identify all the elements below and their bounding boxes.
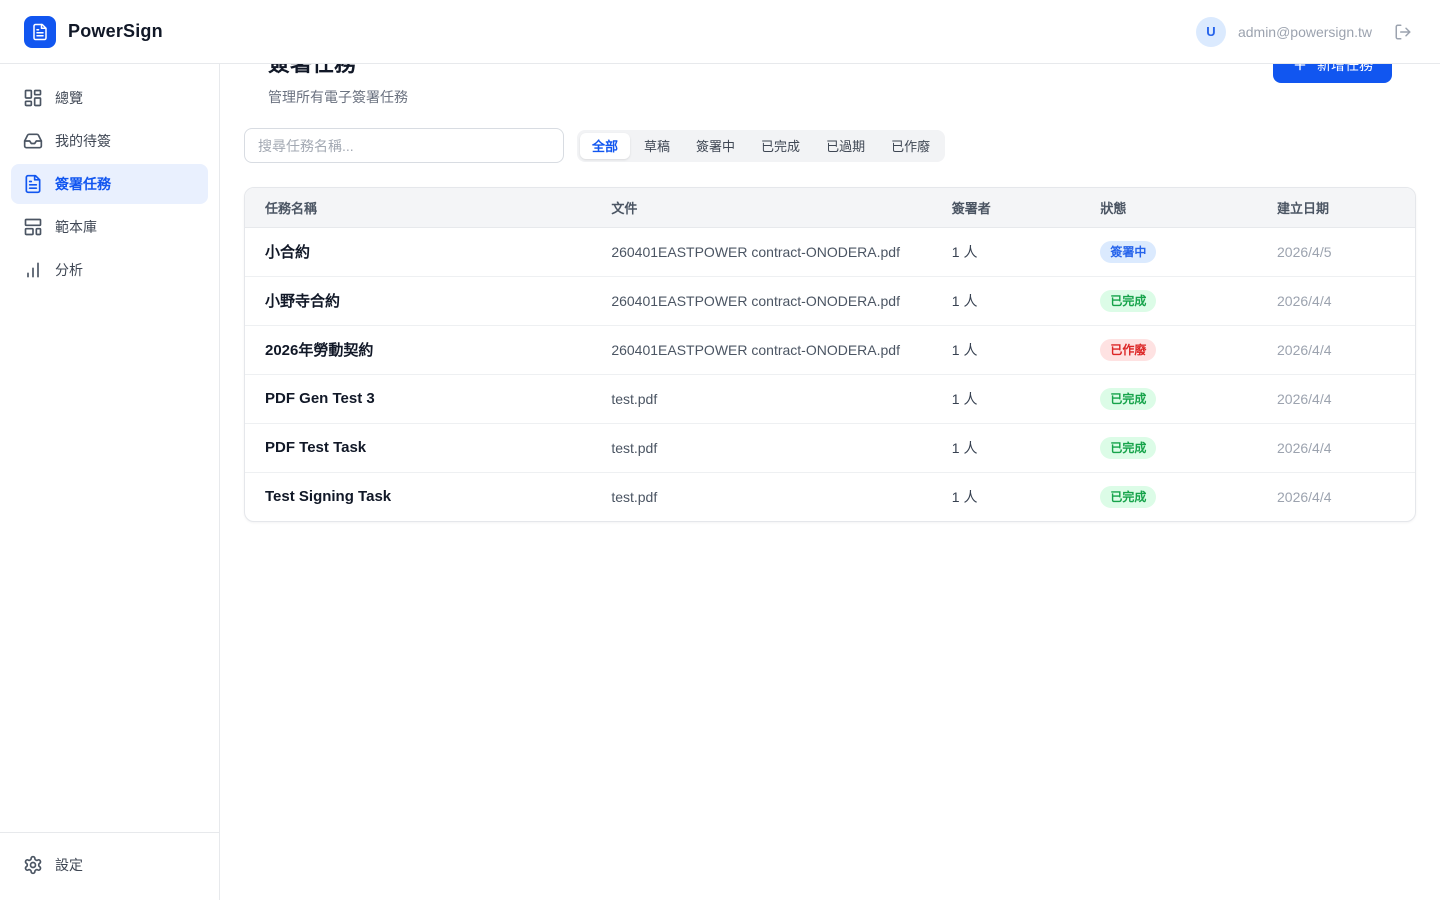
filter-tab-expired[interactable]: 已過期 bbox=[814, 133, 877, 159]
sidebar-item-label: 我的待簽 bbox=[55, 131, 111, 151]
task-document: 260401EASTPOWER contract-ONODERA.pdf bbox=[591, 227, 931, 276]
task-name: 小野寺合約 bbox=[265, 293, 340, 310]
sidebar-nav: 總覽我的待簽簽署任務範本庫分析 bbox=[0, 64, 219, 307]
table-row[interactable]: 小野寺合約 260401EASTPOWER contract-ONODERA.pd… bbox=[245, 276, 1415, 325]
task-document: 260401EASTPOWER contract-ONODERA.pdf bbox=[591, 325, 931, 374]
task-name: PDF Test Task bbox=[265, 439, 366, 456]
sidebar-item-label: 範本庫 bbox=[55, 217, 97, 237]
table-row[interactable]: PDF Test Task test.pdf1 人已完成 2026/4/4 bbox=[245, 423, 1415, 472]
sidebar: 總覽我的待簽簽署任務範本庫分析 設定 bbox=[0, 64, 220, 900]
status-badge: 已作廢 bbox=[1100, 339, 1156, 361]
document-icon bbox=[31, 23, 49, 41]
task-document: test.pdf bbox=[591, 423, 931, 472]
filter-tab-all[interactable]: 全部 bbox=[580, 133, 630, 159]
task-signers: 1 人 bbox=[932, 276, 1081, 325]
task-signers: 1 人 bbox=[932, 423, 1081, 472]
sidebar-item-label: 簽署任務 bbox=[55, 174, 111, 194]
table-row[interactable]: PDF Gen Test 3 test.pdf1 人已完成 2026/4/4 bbox=[245, 374, 1415, 423]
table-row[interactable]: Test Signing Task test.pdf1 人已完成 2026/4/4 bbox=[245, 472, 1415, 521]
filter-tab-draft[interactable]: 草稿 bbox=[632, 133, 682, 159]
inbox-icon bbox=[23, 131, 43, 151]
column-header: 建立日期 bbox=[1257, 188, 1415, 227]
main-content: 簽署任務 管理所有電子簽署任務 新增任務 全部草稿簽署中已完成已過期已作廢 任務… bbox=[220, 0, 1440, 522]
app-logo bbox=[24, 16, 56, 48]
toolbar: 全部草稿簽署中已完成已過期已作廢 bbox=[244, 128, 1416, 163]
task-document: test.pdf bbox=[591, 374, 931, 423]
task-signers: 1 人 bbox=[932, 227, 1081, 276]
sidebar-item-label: 分析 bbox=[55, 260, 83, 280]
app-header: PowerSign U admin@powersign.tw bbox=[0, 0, 1440, 64]
column-header: 文件 bbox=[591, 188, 931, 227]
filter-tab-signing[interactable]: 簽署中 bbox=[684, 133, 747, 159]
task-name: Test Signing Task bbox=[265, 488, 391, 505]
template-icon bbox=[23, 217, 43, 237]
analytics-icon bbox=[23, 260, 43, 280]
logout-button[interactable] bbox=[1390, 19, 1416, 45]
task-name: 2026年勞動契約 bbox=[265, 342, 373, 359]
task-date: 2026/4/4 bbox=[1257, 472, 1415, 521]
sidebar-item-label: 設定 bbox=[55, 855, 83, 875]
column-header: 任務名稱 bbox=[245, 188, 591, 227]
avatar: U bbox=[1196, 17, 1226, 47]
task-name: PDF Gen Test 3 bbox=[265, 390, 375, 407]
app-name: PowerSign bbox=[68, 21, 163, 42]
column-header: 狀態 bbox=[1080, 188, 1257, 227]
user-area: U admin@powersign.tw bbox=[1196, 17, 1416, 47]
column-header: 簽署者 bbox=[932, 188, 1081, 227]
document-icon bbox=[23, 174, 43, 194]
task-date: 2026/4/5 bbox=[1257, 227, 1415, 276]
task-signers: 1 人 bbox=[932, 472, 1081, 521]
task-name: 小合約 bbox=[265, 244, 310, 261]
status-badge: 簽署中 bbox=[1100, 241, 1156, 263]
page-subtitle: 管理所有電子簽署任務 bbox=[268, 87, 408, 107]
sidebar-item-overview[interactable]: 總覽 bbox=[11, 78, 208, 118]
tasks-table: 任務名稱文件簽署者狀態建立日期 小合約 260401EASTPOWER contr… bbox=[245, 188, 1415, 521]
task-date: 2026/4/4 bbox=[1257, 325, 1415, 374]
filter-tab-completed[interactable]: 已完成 bbox=[749, 133, 812, 159]
status-badge: 已完成 bbox=[1100, 388, 1156, 410]
dashboard-icon bbox=[23, 88, 43, 108]
task-signers: 1 人 bbox=[932, 325, 1081, 374]
sidebar-item-templates[interactable]: 範本庫 bbox=[11, 207, 208, 247]
sidebar-footer: 設定 bbox=[0, 832, 219, 900]
task-document: test.pdf bbox=[591, 472, 931, 521]
table-header-row: 任務名稱文件簽署者狀態建立日期 bbox=[245, 188, 1415, 227]
task-date: 2026/4/4 bbox=[1257, 276, 1415, 325]
gear-icon bbox=[23, 855, 43, 875]
task-document: 260401EASTPOWER contract-ONODERA.pdf bbox=[591, 276, 931, 325]
status-badge: 已完成 bbox=[1100, 290, 1156, 312]
status-badge: 已完成 bbox=[1100, 437, 1156, 459]
sidebar-item-my-pending[interactable]: 我的待簽 bbox=[11, 121, 208, 161]
filter-tabs: 全部草稿簽署中已完成已過期已作廢 bbox=[577, 130, 945, 162]
search-input[interactable] bbox=[244, 128, 564, 163]
status-badge: 已完成 bbox=[1100, 486, 1156, 508]
sidebar-item-signing-tasks[interactable]: 簽署任務 bbox=[11, 164, 208, 204]
filter-tab-voided[interactable]: 已作廢 bbox=[879, 133, 942, 159]
table-row[interactable]: 2026年勞動契約 260401EASTPOWER contract-ONODER… bbox=[245, 325, 1415, 374]
sidebar-item-analytics[interactable]: 分析 bbox=[11, 250, 208, 290]
task-signers: 1 人 bbox=[932, 374, 1081, 423]
sidebar-item-settings[interactable]: 設定 bbox=[11, 845, 208, 885]
task-date: 2026/4/4 bbox=[1257, 423, 1415, 472]
logout-icon bbox=[1394, 23, 1412, 41]
user-email: admin@powersign.tw bbox=[1238, 24, 1372, 40]
tasks-table-card: 任務名稱文件簽署者狀態建立日期 小合約 260401EASTPOWER contr… bbox=[244, 187, 1416, 522]
brand: PowerSign bbox=[24, 16, 163, 48]
task-date: 2026/4/4 bbox=[1257, 374, 1415, 423]
sidebar-item-label: 總覽 bbox=[55, 88, 83, 108]
table-row[interactable]: 小合約 260401EASTPOWER contract-ONODERA.pdf1… bbox=[245, 227, 1415, 276]
